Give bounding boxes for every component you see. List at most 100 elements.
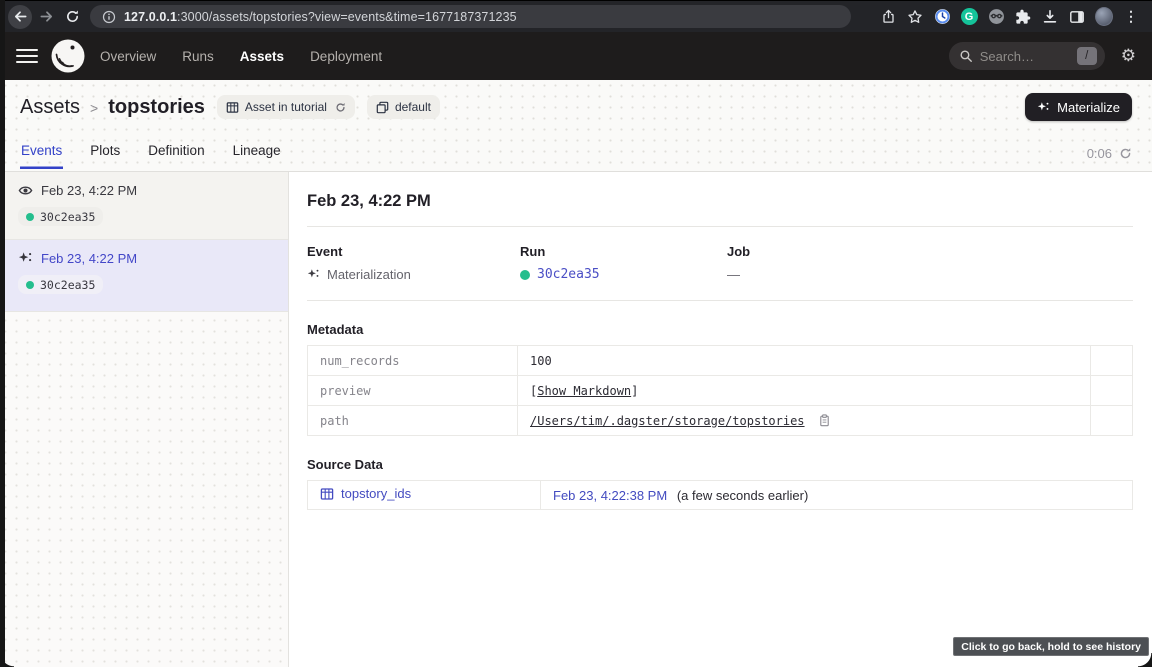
tab-events[interactable]: Events (20, 143, 63, 169)
event-detail-title: Feb 23, 4:22 PM (307, 192, 1133, 211)
forward-arrow-icon (39, 9, 54, 24)
event-list-item-observation[interactable]: Feb 23, 4:22 PM 30c2ea35 (0, 172, 288, 240)
source-timestamp-link[interactable]: Feb 23, 4:22:38 PM (553, 488, 667, 503)
tab-definition[interactable]: Definition (147, 143, 205, 169)
page-info-icon[interactable] (102, 10, 116, 24)
source-data-table: topstory_ids Feb 23, 4:22:38 PM (a few s… (307, 480, 1133, 510)
puzzle-piece-icon (1015, 9, 1031, 25)
breadcrumb-separator: > (90, 100, 98, 116)
nav-item-runs[interactable]: Runs (182, 49, 214, 64)
run-label: Run (520, 244, 727, 259)
run-id-link[interactable]: 30c2ea35 (537, 267, 600, 282)
group-badge-label: default (395, 100, 431, 114)
table-row: topstory_ids Feb 23, 4:22:38 PM (a few s… (308, 481, 1133, 510)
window-left-edge (0, 0, 5, 667)
share-button[interactable] (879, 8, 897, 26)
metadata-key: path (308, 406, 518, 436)
metadata-value: /Users/tim/.dagster/storage/topstories (518, 406, 1091, 436)
job-label: Job (727, 244, 1133, 259)
divider (307, 300, 1133, 301)
profile-button[interactable] (1095, 8, 1113, 26)
job-column: Job — (727, 244, 1133, 282)
source-asset-link[interactable]: topstory_ids (320, 486, 411, 501)
back-button-tooltip: Click to go back, hold to see history (953, 637, 1149, 656)
share-icon (881, 9, 896, 24)
job-value: — (727, 267, 740, 282)
profile-avatar (1095, 7, 1113, 26)
tab-lineage[interactable]: Lineage (232, 143, 282, 169)
event-list-sidebar: Feb 23, 4:22 PM 30c2ea35 Feb 23, 4:22 PM… (0, 172, 289, 667)
search-shortcut-key: / (1077, 47, 1097, 65)
hamburger-menu-button[interactable] (16, 49, 38, 63)
run-tag[interactable]: 30c2ea35 (18, 275, 103, 294)
path-link[interactable]: /Users/tim/.dagster/storage/topstories (530, 414, 805, 428)
source-timestamp-note: (a few seconds earlier) (677, 488, 809, 503)
group-badge[interactable]: default (367, 95, 440, 119)
table-row: num_records 100 (308, 346, 1133, 376)
table-grid-icon (320, 487, 334, 501)
clock-extension-button[interactable] (933, 8, 951, 26)
empty-cell (1091, 376, 1133, 406)
grammarly-extension-button[interactable]: G (960, 8, 978, 26)
event-list-item-materialization[interactable]: Feb 23, 4:22 PM 30c2ea35 (0, 240, 288, 312)
search-input[interactable] (980, 49, 1050, 64)
sparkle-icon (1037, 101, 1050, 114)
metadata-value: 100 (518, 346, 1091, 376)
run-column: Run 30c2ea35 (520, 244, 727, 282)
materialize-button[interactable]: Materialize (1025, 93, 1132, 121)
event-label: Event (307, 244, 520, 259)
empty-cell (1091, 346, 1133, 376)
browser-back-button[interactable] (8, 5, 32, 29)
goggles-extension-button[interactable] (987, 8, 1005, 26)
page-title: topstories (108, 96, 205, 119)
metadata-section-title: Metadata (307, 322, 1133, 337)
copy-clipboard-icon[interactable] (818, 414, 831, 427)
source-data-section-title: Source Data (307, 457, 1133, 472)
bookmark-button[interactable] (906, 8, 924, 26)
browser-forward-button[interactable] (34, 5, 58, 29)
breadcrumb-assets-link[interactable]: Assets (20, 96, 80, 119)
refresh-icon[interactable] (335, 102, 346, 113)
side-panel-icon (1069, 9, 1085, 25)
browser-reload-button[interactable] (60, 5, 84, 29)
settings-gear-button[interactable]: ⚙ (1121, 48, 1136, 65)
run-id: 30c2ea35 (40, 278, 95, 292)
table-row: preview [Show Markdown] (308, 376, 1133, 406)
tab-plots[interactable]: Plots (89, 143, 121, 169)
global-search[interactable]: / (949, 42, 1105, 70)
nav-item-overview[interactable]: Overview (100, 49, 156, 64)
downloads-button[interactable] (1041, 8, 1059, 26)
copy-stack-icon (376, 101, 389, 114)
show-markdown-link[interactable]: Show Markdown (537, 384, 631, 398)
back-arrow-icon (13, 9, 28, 24)
refresh-countdown: 0:06 (1087, 146, 1132, 161)
run-status-dot (26, 281, 34, 289)
browser-menu-button[interactable]: ⋮ (1122, 8, 1140, 26)
repo-location-badge[interactable]: Asset in tutorial (217, 95, 355, 119)
event-date: Feb 23, 4:22 PM (41, 251, 137, 266)
dagster-logo[interactable] (50, 38, 86, 74)
url-text: 127.0.0.1:3000/assets/topstories?view=ev… (124, 10, 517, 24)
refresh-icon[interactable] (1119, 147, 1132, 160)
extensions-button[interactable] (1014, 8, 1032, 26)
event-detail-panel: Feb 23, 4:22 PM Event Materialization Ru… (289, 172, 1152, 667)
source-asset-name: topstory_ids (341, 486, 411, 501)
event-date: Feb 23, 4:22 PM (41, 183, 137, 198)
reload-icon (65, 9, 80, 24)
metadata-value: [Show Markdown] (518, 376, 1091, 406)
nav-item-deployment[interactable]: Deployment (310, 49, 382, 64)
metadata-key: num_records (308, 346, 518, 376)
star-icon (907, 9, 923, 25)
run-tag[interactable]: 30c2ea35 (18, 207, 103, 226)
browser-toolbar: 127.0.0.1:3000/assets/topstories?view=ev… (0, 0, 1152, 32)
sparkle-icon (18, 251, 33, 266)
nav-item-assets[interactable]: Assets (240, 49, 284, 64)
side-panel-button[interactable] (1068, 8, 1086, 26)
search-icon (959, 49, 973, 63)
refresh-countdown-value: 0:06 (1087, 146, 1112, 161)
empty-cell (1091, 406, 1133, 436)
url-path: :3000/assets/topstories?view=events&time… (177, 10, 517, 24)
address-bar[interactable]: 127.0.0.1:3000/assets/topstories?view=ev… (90, 5, 851, 28)
asset-page-header: Assets > topstories Asset in tutorial de… (0, 80, 1152, 172)
asset-events-content: Feb 23, 4:22 PM 30c2ea35 Feb 23, 4:22 PM… (0, 172, 1152, 667)
